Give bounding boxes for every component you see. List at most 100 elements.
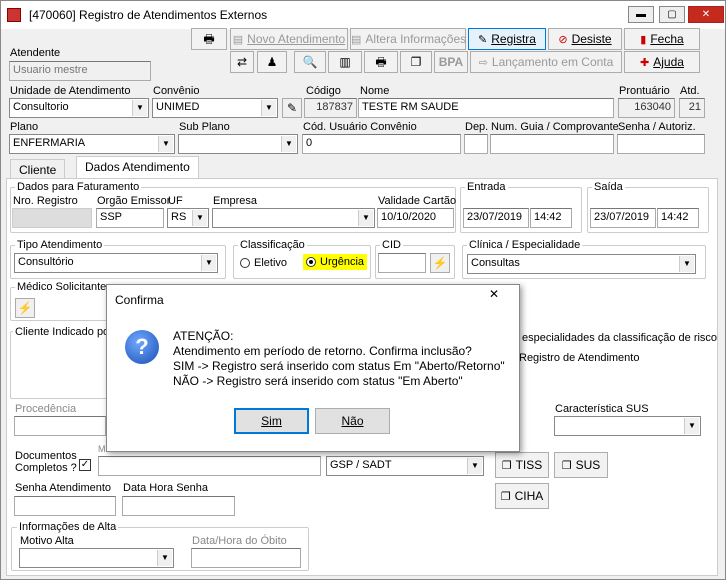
empresa-select[interactable]: ▼: [212, 208, 375, 228]
nro-registro-field: [12, 208, 92, 228]
uf-select[interactable]: RS ▼: [167, 208, 209, 228]
dialog-close-icon[interactable]: ✕: [475, 287, 513, 305]
saida-hora-field[interactable]: 14:42: [657, 208, 699, 228]
validade-label: Validade Cartão: [378, 195, 457, 207]
alta-title: Informações de Alta: [17, 521, 119, 533]
desiste-button[interactable]: ⊘ Desiste: [548, 28, 622, 50]
altera-informacoes-button[interactable]: ▤ Altera Informações: [350, 28, 466, 50]
close-button[interactable]: ✕: [688, 6, 724, 23]
dep-field[interactable]: [464, 134, 488, 154]
cid-field[interactable]: [378, 253, 426, 273]
chevron-down-icon: ▼: [679, 256, 694, 272]
senha-atend-field[interactable]: [14, 496, 116, 516]
chevron-down-icon: ▼: [158, 136, 173, 152]
senha-field[interactable]: [617, 134, 705, 154]
ciha-button[interactable]: ❐ CIHA: [495, 483, 549, 509]
document-icon[interactable]: ▥: [328, 51, 362, 73]
ajuda-button[interactable]: ✚ Ajuda: [624, 51, 700, 73]
caracteristica-label: Característica SUS: [555, 403, 649, 415]
question-icon: ?: [125, 330, 159, 364]
validade-field[interactable]: 10/10/2020: [377, 208, 454, 228]
senha-label: Senha / Autoriz.: [618, 121, 696, 133]
orgao-field[interactable]: SSP: [96, 208, 164, 228]
search-convenio-icon[interactable]: ✎: [282, 98, 302, 118]
documentos-field[interactable]: [98, 456, 321, 476]
unidade-label: Unidade de Atendimento: [10, 85, 131, 97]
registra-button[interactable]: ✎ Registra: [468, 28, 546, 50]
launch-icon: ⇨: [478, 57, 488, 69]
help-icon: ✚: [640, 57, 650, 69]
entrada-hora-field[interactable]: 14:42: [530, 208, 572, 228]
maximize-button[interactable]: ▢: [659, 6, 685, 23]
empresa-label: Empresa: [213, 195, 258, 207]
obito-label: Data/Hora do Óbito: [192, 535, 287, 547]
printer-icon[interactable]: 🖶: [364, 51, 398, 73]
tipo-select[interactable]: Consultório ▼: [14, 253, 218, 273]
minimize-button[interactable]: ▬: [628, 6, 654, 23]
radio-eletivo[interactable]: Eletivo: [240, 257, 287, 269]
nome-field[interactable]: TESTE RM SAUDE: [358, 98, 614, 118]
radio-urgencia[interactable]: Urgência: [303, 254, 368, 270]
window-title: [470060] Registro de Atendimentos Extern…: [29, 8, 268, 22]
guia-tipo-select[interactable]: GSP / SADT ▼: [326, 456, 484, 476]
lancamento-conta-button[interactable]: ⇨ Lançamento em Conta: [470, 51, 622, 73]
print-icon[interactable]: 🖶: [191, 28, 227, 50]
zoom-icon[interactable]: 🔍: [294, 51, 326, 73]
m-label: M: [98, 444, 106, 454]
tab-dados-atendimento[interactable]: Dados Atendimento: [76, 156, 199, 179]
clinica-title: Clínica / Especialidade: [467, 239, 583, 251]
classificacao-title: Classificação: [238, 239, 307, 251]
person-icon[interactable]: ♟: [257, 51, 287, 73]
documentos-label: Documentos: [15, 450, 77, 462]
guia-label: Num. Guia / Comprovante: [491, 121, 619, 133]
chevron-down-icon: ▼: [132, 100, 147, 116]
sim-button[interactable]: Sim: [234, 408, 309, 434]
dialog-line-4: NÃO -> Registro será inserido com status…: [173, 374, 463, 388]
documentos-checkbox[interactable]: ✓: [79, 459, 91, 471]
codigo-field: 187837: [304, 98, 357, 118]
cliente-indicado-title: Cliente Indicado po: [13, 326, 112, 338]
transfer-icon[interactable]: ⇄: [230, 51, 254, 73]
cid-title: CID: [380, 239, 403, 251]
tab-cliente[interactable]: Cliente: [10, 159, 66, 179]
medico-title: Médico Solicitante: [15, 281, 109, 293]
subplano-label: Sub Plano: [179, 121, 230, 133]
chevron-down-icon: ▼: [261, 100, 276, 116]
fecha-button[interactable]: ▮ Fecha: [624, 28, 700, 50]
lightning-icon[interactable]: ⚡: [430, 253, 450, 273]
copy-icon: ❐: [561, 460, 572, 472]
saida-title: Saída: [592, 181, 625, 193]
registro-text: Registro de Atendimento: [519, 352, 640, 364]
completos-label: Completos ?: [15, 462, 77, 474]
entrada-data-field[interactable]: 23/07/2019: [463, 208, 529, 228]
guia-field[interactable]: [490, 134, 614, 154]
copy-icon[interactable]: ❐: [400, 51, 432, 73]
data-hora-senha-field[interactable]: [122, 496, 235, 516]
plano-label: Plano: [10, 121, 39, 133]
saida-data-field[interactable]: 23/07/2019: [590, 208, 656, 228]
lightning-icon[interactable]: ⚡: [15, 298, 35, 318]
motivo-alta-select[interactable]: ▼: [19, 548, 174, 568]
nome-label: Nome: [360, 85, 390, 97]
obito-field[interactable]: [191, 548, 301, 568]
prontuario-field: 163040: [618, 98, 675, 118]
bpa-button[interactable]: BPA: [434, 51, 468, 73]
door-icon: ▮: [640, 34, 647, 46]
clinica-select[interactable]: Consultas ▼: [467, 254, 696, 274]
plano-select[interactable]: ENFERMARIA ▼: [9, 134, 175, 154]
faturamento-title: Dados para Faturamento: [15, 181, 142, 193]
convenio-select[interactable]: UNIMED ▼: [152, 98, 278, 118]
prontuario-label: Prontuário: [619, 85, 670, 97]
uf-label: UF: [168, 195, 183, 207]
caracteristica-select[interactable]: ▼: [554, 416, 701, 436]
unidade-select[interactable]: Consultorio ▼: [9, 98, 149, 118]
atd-label: Atd.: [680, 85, 700, 97]
codusuario-field[interactable]: 0: [302, 134, 461, 154]
codigo-label: Código: [306, 85, 341, 97]
tiss-button[interactable]: ❐ TISS: [495, 452, 549, 478]
nao-button[interactable]: Não: [315, 408, 390, 434]
subplano-select[interactable]: ▼: [178, 134, 298, 154]
procedencia-field[interactable]: [14, 416, 106, 436]
novo-atendimento-button[interactable]: ▤ Novo Atendimento: [230, 28, 348, 50]
sus-button[interactable]: ❐ SUS: [554, 452, 608, 478]
